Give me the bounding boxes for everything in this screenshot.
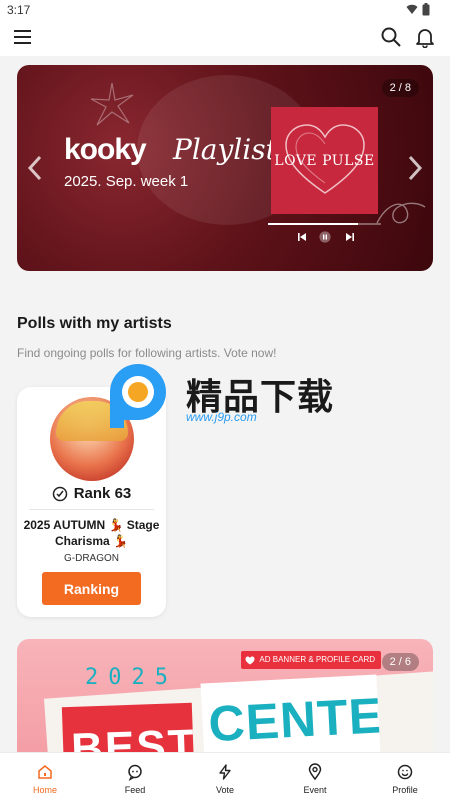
bottom-nav: Home Feed Vote Event Profile (0, 752, 450, 800)
banner-year: 2025 (85, 665, 178, 690)
app-bar (0, 20, 450, 56)
playback-progress-fill (268, 223, 359, 225)
wifi-icon (406, 4, 418, 14)
nav-feed-label: Feed (124, 785, 146, 795)
card-divider (29, 509, 154, 510)
status-bar: 3:17 (0, 0, 450, 20)
home-icon (38, 765, 52, 779)
nav-feed[interactable]: Feed (90, 753, 180, 800)
profile-card-banner[interactable]: 2025 BEST CENTER AD BANNER & PROFILE CAR… (17, 639, 433, 752)
next-track-icon[interactable] (344, 231, 356, 243)
nav-home-label: Home (32, 785, 57, 795)
rank-row: Rank 63 (17, 485, 166, 502)
best-box: BEST (61, 702, 195, 752)
heart-tag-icon (245, 656, 255, 664)
event-icon (308, 763, 322, 781)
rank-label: Rank 63 (73, 485, 132, 502)
profile-icon (397, 764, 413, 780)
playlist-banner[interactable]: 2 / 8 kooky Playlist 2025. Sep. week 1 L… (17, 65, 433, 271)
banner-week: 2025. Sep. week 1 (64, 173, 189, 190)
banner-word-best: BEST (70, 720, 195, 752)
nav-event[interactable]: Event (270, 753, 360, 800)
feed-icon (128, 764, 142, 781)
status-time: 3:17 (7, 3, 31, 17)
nav-profile-label: Profile (392, 785, 418, 795)
watermark-logo-icon (110, 364, 166, 428)
ad-banner-tag-label: AD BANNER & PROFILE CARD (259, 655, 375, 664)
star-decoration-icon (90, 82, 134, 126)
center-box: CENTER (200, 674, 382, 752)
battery-icon (422, 3, 430, 16)
ad-banner-tag: AD BANNER & PROFILE CARD (241, 651, 381, 669)
menu-icon[interactable] (14, 29, 32, 45)
nav-profile[interactable]: Profile (360, 753, 450, 800)
watermark-url: www.j9p.com (186, 410, 257, 424)
banner-word-center: CENTER (207, 685, 382, 752)
bell-icon[interactable] (414, 26, 436, 48)
nav-event-label: Event (303, 785, 327, 795)
system-icons (406, 3, 430, 16)
home-feed[interactable]: 2 / 8 kooky Playlist 2025. Sep. week 1 L… (0, 56, 450, 752)
watermark: 精品下载 www.j9p.com (100, 358, 350, 434)
poll-artist: G-DRAGON (64, 553, 119, 564)
pause-icon[interactable] (319, 231, 331, 243)
next-arrow-icon[interactable] (405, 153, 425, 183)
vote-icon (219, 764, 231, 780)
search-icon[interactable] (380, 26, 402, 48)
banner-brand: kooky (64, 133, 147, 166)
nav-home[interactable]: Home (0, 753, 90, 800)
banner-counter-2: 2 / 6 (381, 653, 419, 671)
album-title: LOVE PULSE (274, 153, 375, 169)
poll-name: 2025 AUTUMN 💃 Stage Charisma 💃 (23, 518, 160, 548)
playback-progress (268, 223, 381, 225)
nav-vote[interactable]: Vote (180, 753, 270, 800)
album-cover: LOVE PULSE (271, 107, 378, 214)
ranking-button[interactable]: Ranking (42, 572, 141, 605)
prev-arrow-icon[interactable] (25, 153, 45, 183)
nav-vote-label: Vote (215, 785, 235, 795)
polls-section-title: Polls with my artists (17, 315, 172, 332)
rank-badge-icon (52, 486, 67, 501)
previous-track-icon[interactable] (296, 231, 308, 243)
swirl-decoration-icon (376, 202, 426, 224)
banner-brand-script: Playlist (173, 133, 277, 166)
banner-counter: 2 / 8 (381, 79, 419, 97)
